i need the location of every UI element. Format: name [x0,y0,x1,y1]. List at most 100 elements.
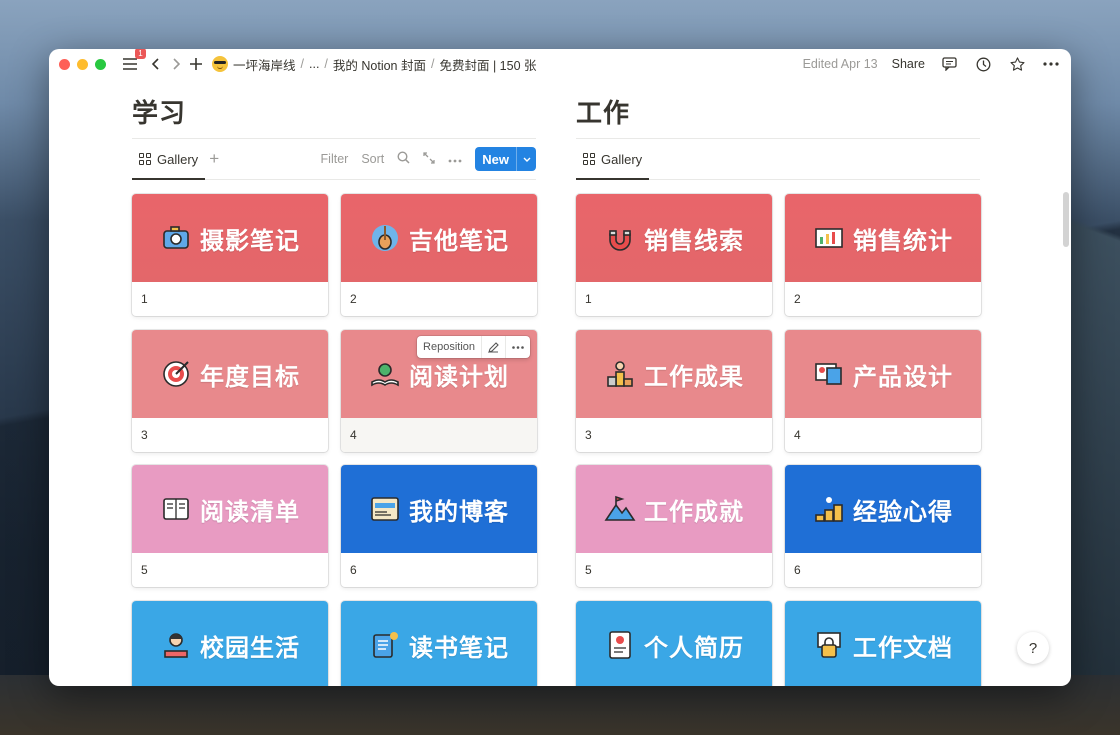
forward-arrow-icon[interactable] [166,54,186,74]
close-window-button[interactable] [59,58,70,70]
card-cover[interactable]: 工作成果 [576,330,772,418]
card-title[interactable]: 4 [341,418,537,452]
target-icon [160,358,192,390]
card-title[interactable]: 3 [132,418,328,452]
share-button[interactable]: Share [892,57,925,71]
gallery-card[interactable]: 阅读计划 Reposition 4 [341,330,537,452]
more-options-icon[interactable] [1041,54,1061,74]
card-title[interactable]: 2 [785,282,981,316]
card-cover-title: 年度目标 [200,363,300,391]
gallery-card[interactable]: 销售统计 2 [785,194,981,316]
gallery-card[interactable]: 销售线索 1 [576,194,772,316]
favorite-star-icon[interactable] [1007,54,1027,74]
reposition-button[interactable]: Reposition [417,336,481,358]
gallery-card[interactable]: 读书笔记 [341,601,537,686]
card-title[interactable]: 1 [576,282,772,316]
gallery-card[interactable]: 个人简历 [576,601,772,686]
breadcrumb-separator: / [324,57,328,71]
page-content: 学习 Gallery + Filter Sort New 摄影笔记 1 吉他笔记… [49,79,1071,686]
card-cover[interactable]: 工作成就 [576,465,772,553]
breadcrumb-item[interactable]: 一坪海岸线 [233,55,296,74]
search-icon[interactable] [397,151,410,167]
maximize-window-button[interactable] [95,58,106,70]
open-book-icon [160,493,192,525]
new-page-plus-icon[interactable] [186,54,206,74]
card-cover[interactable]: 经验心得 [785,465,981,553]
new-button[interactable]: New [475,147,536,171]
gallery-card[interactable]: 经验心得 6 [785,465,981,587]
blog-icon [369,493,401,525]
card-cover[interactable]: 摄影笔记 [132,194,328,282]
edit-pencil-icon[interactable] [481,336,505,358]
gallery-card[interactable]: 摄影笔记 1 [132,194,328,316]
resume-icon [604,629,636,661]
design-icon [813,358,845,390]
tab-gallery[interactable]: Gallery [132,139,206,180]
add-view-plus-icon[interactable]: + [209,149,219,169]
card-title[interactable]: 5 [132,553,328,587]
filter-button[interactable]: Filter [321,152,349,166]
card-cover[interactable]: 吉他笔记 [341,194,537,282]
card-title[interactable]: 1 [132,282,328,316]
breadcrumb-item[interactable]: ... [309,57,319,71]
card-cover[interactable]: 年度目标 [132,330,328,418]
gallery-grid-icon [139,153,151,165]
sort-button[interactable]: Sort [361,152,384,166]
gallery-card[interactable]: 工作成就 5 [576,465,772,587]
notion-window: 1 一坪海岸线 / ... / 我的 Notion 封面 / 免费封面 | 15… [49,49,1071,686]
card-cover-title: 我的博客 [409,498,509,526]
card-cover-title: 吉他笔记 [409,227,509,255]
comment-icon[interactable] [939,54,959,74]
card-cover[interactable]: 我的博客 [341,465,537,553]
card-cover[interactable]: 校园生活 [132,601,328,686]
gallery-card[interactable]: 我的博客 6 [341,465,537,587]
view-more-icon[interactable] [448,152,462,166]
card-cover-title: 工作成就 [644,498,744,526]
back-arrow-icon[interactable] [146,54,166,74]
sidebar-menu-icon[interactable]: 1 [120,49,146,74]
card-cover-title: 阅读计划 [409,363,509,391]
topbar-actions: Edited Apr 13 Share [803,54,1061,74]
cover-more-icon[interactable] [505,336,530,358]
card-title[interactable]: 6 [341,553,537,587]
card-cover[interactable]: 读书笔记 [341,601,537,686]
edited-timestamp: Edited Apr 13 [802,57,878,71]
expand-icon[interactable] [423,151,435,167]
winner-icon [604,358,636,390]
history-clock-icon[interactable] [973,54,993,74]
card-cover-title: 经验心得 [853,498,953,526]
card-cover[interactable]: 销售线索 [576,194,772,282]
card-cover[interactable]: 销售统计 [785,194,981,282]
breadcrumb-separator: / [300,57,304,71]
notebook-icon [369,629,401,661]
gallery-card[interactable]: 吉他笔记 2 [341,194,537,316]
notification-badge: 1 [135,49,146,59]
card-cover[interactable]: 个人简历 [576,601,772,686]
card-title[interactable]: 5 [576,553,772,587]
minimize-window-button[interactable] [77,58,88,70]
tab-gallery[interactable]: Gallery [576,139,650,180]
card-cover[interactable]: 阅读清单 [132,465,328,553]
gallery-card[interactable]: 年度目标 3 [132,330,328,452]
gallery-card[interactable]: 工作成果 3 [576,330,772,452]
topbar: 1 一坪海岸线 / ... / 我的 Notion 封面 / 免费封面 | 15… [49,49,1071,79]
card-title[interactable]: 3 [576,418,772,452]
card-cover[interactable]: 产品设计 [785,330,981,418]
card-title[interactable]: 6 [785,553,981,587]
gallery-card[interactable]: 产品设计 4 [785,330,981,452]
card-cover[interactable]: 阅读计划 Reposition [341,330,537,418]
breadcrumb-item[interactable]: 我的 Notion 封面 [333,55,426,74]
gallery-card[interactable]: 阅读清单 5 [132,465,328,587]
scrollbar[interactable] [1063,192,1069,247]
breadcrumb-item-current[interactable]: 免费封面 | 150 张 [439,55,536,74]
steps-icon [813,493,845,525]
card-title[interactable]: 2 [341,282,537,316]
help-button[interactable]: ? [1017,632,1049,664]
chevron-down-icon[interactable] [516,147,536,171]
card-title[interactable]: 4 [785,418,981,452]
gallery-card[interactable]: 工作文档 [785,601,981,686]
gallery-card[interactable]: 校园生活 [132,601,328,686]
card-cover[interactable]: 工作文档 [785,601,981,686]
card-cover-title: 个人简历 [644,634,744,662]
card-cover-title: 读书笔记 [409,634,509,662]
